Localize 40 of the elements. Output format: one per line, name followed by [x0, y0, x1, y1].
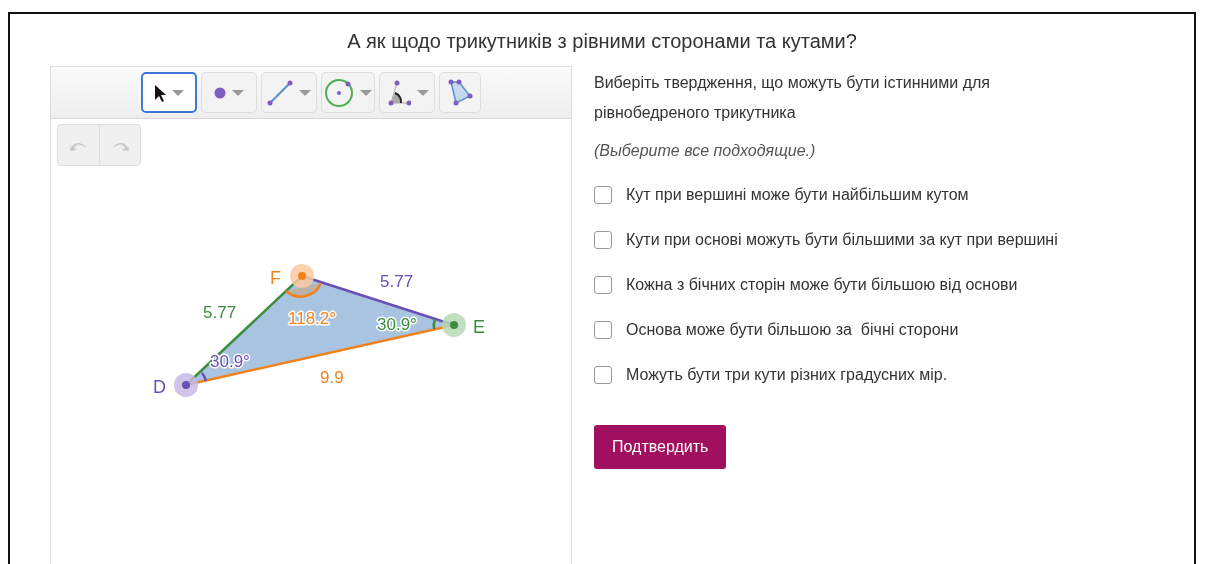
checkbox[interactable] — [594, 365, 612, 384]
caret-icon — [417, 89, 429, 96]
option-label: Кути при основі можуть бути більшими за кут при вершині — [626, 230, 1058, 249]
point-label: D — [153, 377, 166, 397]
side-length-label: 9.9 — [320, 368, 344, 387]
pointer-icon — [154, 83, 166, 102]
angle-arc — [201, 372, 208, 382]
caret-icon — [360, 89, 372, 96]
point-label: E — [473, 317, 485, 337]
page-title: А як щодо трикутників з рівними сторонами та кутами? — [346, 30, 858, 54]
point-label: F — [270, 268, 281, 288]
angle-arc — [432, 318, 437, 330]
checkbox[interactable] — [594, 320, 612, 339]
side-length-label: 5.77 — [380, 272, 414, 291]
option-label: Основа може бути більшою за бічні сторони — [626, 320, 959, 339]
point-icon — [214, 86, 226, 99]
circle-icon — [324, 77, 354, 108]
point-marker[interactable] — [442, 313, 466, 337]
question-hint: (Выберите все подходящие.) — [594, 142, 817, 160]
point-marker[interactable] — [290, 264, 314, 288]
angle-label: 30.9° — [210, 352, 250, 371]
checkbox[interactable] — [594, 230, 612, 249]
caret-icon — [299, 89, 311, 96]
option-label: Можуть бути три кути різних градусних мір. — [626, 365, 948, 384]
side-length-label: 5.77 — [203, 303, 237, 322]
checkbox[interactable] — [594, 185, 612, 204]
angle-label: 30.9° — [377, 315, 417, 334]
angle-arc — [284, 281, 323, 298]
option-label: Кут при вершині може бути найбільшим кутом — [626, 185, 969, 204]
segment-icon — [267, 79, 293, 106]
caret-icon — [232, 89, 244, 96]
submit-button[interactable]: Подтвердить — [594, 425, 727, 469]
option-label: Кожна з бічних сторін може бути більшою від основи — [626, 275, 1018, 294]
checkbox[interactable] — [594, 275, 612, 294]
polygon-icon — [446, 78, 474, 107]
question-prompt: Виберіть твердження, що можуть бути істинними для рівнобедреного трикутника — [594, 73, 991, 123]
angle-label: 118.2° — [288, 309, 337, 328]
tool-button[interactable] — [141, 72, 197, 113]
point-marker[interactable] — [174, 373, 198, 397]
caret-icon — [172, 89, 184, 96]
